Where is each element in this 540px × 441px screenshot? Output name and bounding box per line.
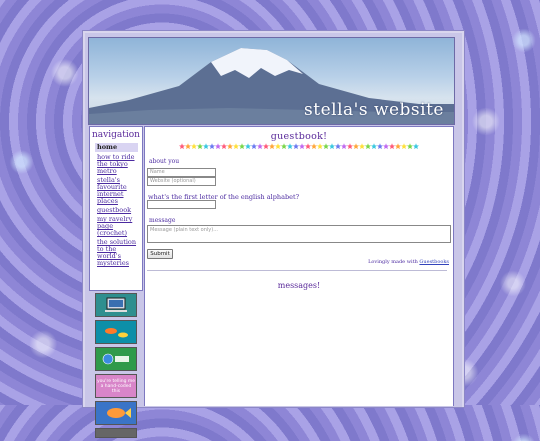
nav-item-ravelry[interactable]: my ravelry page (crochet)	[97, 216, 138, 237]
name-input[interactable]: Name	[147, 168, 216, 177]
star-icon	[190, 143, 198, 150]
star-icon	[394, 143, 402, 150]
star-icon	[179, 143, 186, 150]
star-icon	[208, 143, 216, 150]
star-icon	[244, 143, 252, 150]
credit-line: Lovingly made with Guestbooks	[368, 259, 449, 265]
star-icon	[358, 143, 366, 150]
star-icon	[184, 143, 192, 150]
guestbooks-link[interactable]: Guestbooks	[419, 259, 449, 265]
star-icon	[412, 143, 419, 150]
message-textarea[interactable]: Message (plain text only)...	[147, 225, 451, 243]
challenge-answer-input[interactable]	[147, 200, 216, 209]
star-icon	[256, 143, 264, 150]
aquarium-button[interactable]	[95, 320, 137, 344]
star-icon	[238, 143, 246, 150]
nav-item-tokyo-metro[interactable]: how to ride the tokyo metro	[97, 154, 138, 175]
star-icon	[376, 143, 384, 150]
youre-telling-me-button[interactable]: you're telling me a hand-coded this	[95, 374, 137, 398]
fish-icon	[105, 328, 128, 338]
star-icon	[364, 143, 372, 150]
star-icon	[346, 143, 354, 150]
star-icon	[262, 143, 270, 150]
star-icon	[214, 143, 222, 150]
nav-item-favourite-places[interactable]: stella's favourite internet places	[97, 177, 138, 205]
star-icon	[310, 143, 318, 150]
star-icon	[280, 143, 288, 150]
star-icon	[226, 143, 234, 150]
star-icon	[322, 143, 330, 150]
credit-text: Lovingly made with	[368, 259, 420, 265]
star-icon	[220, 143, 228, 150]
star-icon	[250, 143, 258, 150]
nav-item-mysteries[interactable]: the solution to the world's mysteries	[97, 239, 138, 267]
star-icon	[202, 143, 210, 150]
star-icon	[400, 143, 408, 150]
star-icon	[370, 143, 378, 150]
world-button[interactable]	[95, 347, 137, 371]
star-icon	[388, 143, 396, 150]
gray-button[interactable]	[95, 428, 137, 438]
main-content: guestbook! about you Name Website (optio…	[144, 126, 454, 406]
messages-title: messages!	[277, 281, 321, 290]
star-icon	[196, 143, 204, 150]
globe-icon	[102, 353, 129, 365]
pc-button[interactable]	[95, 293, 137, 317]
star-divider	[179, 143, 419, 150]
star-icon	[268, 143, 276, 150]
navigation-sidebar: navigation home how to ride the tokyo me…	[89, 126, 143, 291]
computer-icon	[105, 297, 127, 312]
star-icon	[232, 143, 240, 150]
message-label: message	[149, 217, 176, 224]
star-icon	[292, 143, 300, 150]
about-label: about you	[149, 158, 180, 165]
star-icon	[328, 143, 336, 150]
link-buttons: you're telling me a hand-coded this	[95, 293, 137, 441]
guestbook-title: guestbook!	[270, 131, 328, 142]
star-icon	[304, 143, 312, 150]
divider	[147, 270, 447, 271]
star-icon	[298, 143, 306, 150]
star-icon	[382, 143, 390, 150]
nav-item-guestbook[interactable]: guestbook	[97, 207, 138, 214]
tropical-fish-icon	[107, 408, 131, 418]
site-banner: stella's website	[88, 37, 455, 125]
star-icon	[286, 143, 294, 150]
star-icon	[340, 143, 348, 150]
site-title: stella's website	[304, 100, 444, 120]
nav-title: navigation	[92, 130, 140, 140]
website-input[interactable]: Website (optional)	[147, 177, 216, 186]
star-icon	[316, 143, 324, 150]
star-icon	[406, 143, 414, 150]
submit-button[interactable]: Submit	[147, 249, 173, 259]
nav-item-home[interactable]: home	[95, 143, 138, 152]
star-icon	[352, 143, 360, 150]
star-icon	[274, 143, 282, 150]
star-icon	[334, 143, 342, 150]
